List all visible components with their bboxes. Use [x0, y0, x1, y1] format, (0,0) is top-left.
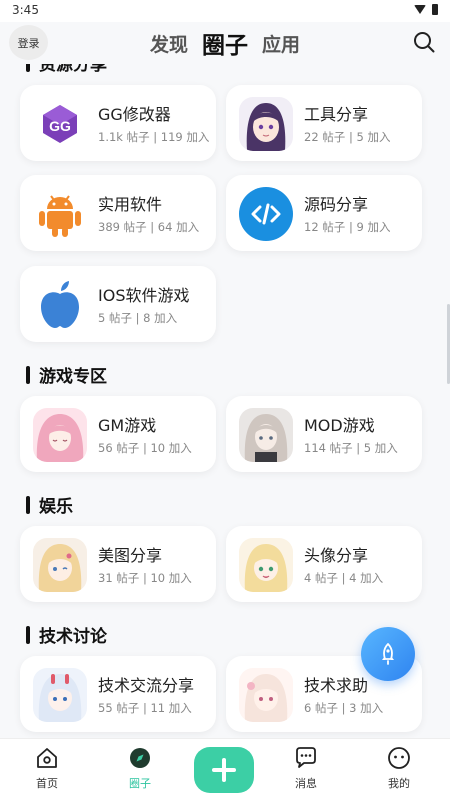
status-time: 3:45	[12, 3, 39, 17]
chat-icon	[296, 747, 316, 768]
top-header: 登录 发现 圈子 应用	[0, 22, 450, 64]
circle-card-useful-software[interactable]: 实用软件 389 帖子 | 64 加入	[20, 175, 216, 251]
circle-card-ios-software[interactable]: IOS软件游戏 5 帖子 | 8 加入	[20, 266, 216, 342]
circle-meta: 389 帖子 | 64 加入	[98, 220, 200, 234]
circle-card-gm-games[interactable]: GM游戏 56 帖子 | 10 加入	[20, 396, 216, 472]
add-post-button[interactable]	[194, 747, 254, 793]
tabbar-label: 我的	[388, 777, 410, 790]
anime-girl-avatar	[33, 538, 87, 592]
circle-meta: 114 帖子 | 5 加入	[304, 441, 398, 455]
rocket-fab-button[interactable]	[361, 627, 415, 681]
battery-icon	[432, 4, 438, 15]
status-bar: 3:45	[0, 0, 450, 22]
smile-face-icon	[388, 747, 410, 769]
svg-text:GG: GG	[49, 118, 71, 134]
circle-meta: 5 帖子 | 8 加入	[98, 311, 178, 325]
tabbar-item-home[interactable]: 首页	[12, 745, 82, 791]
home-icon	[37, 748, 57, 768]
section-title-entertainment: 娱乐	[26, 492, 73, 517]
circle-name: MOD游戏	[304, 416, 375, 435]
top-tabs: 发现 圈子 应用	[0, 22, 450, 64]
circle-card-source-share[interactable]: 源码分享 12 帖子 | 9 加入	[226, 175, 422, 251]
anime-girl-avatar	[239, 538, 293, 592]
search-icon[interactable]	[412, 30, 436, 54]
tabbar-item-circle[interactable]: 圈子	[105, 745, 175, 791]
circle-name: 工具分享	[304, 105, 369, 124]
circle-card-tool-share[interactable]: 工具分享 22 帖子 | 5 加入	[226, 85, 422, 161]
circle-name: 技术交流分享	[98, 676, 195, 695]
tabbar-item-mine[interactable]: 我的	[364, 745, 434, 791]
circle-name: 源码分享	[304, 195, 369, 214]
anime-girl-avatar	[239, 408, 293, 462]
circle-name: IOS软件游戏	[98, 286, 190, 305]
circle-meta: 1.1k 帖子 | 119 加入	[98, 130, 210, 144]
section-title-tech: 技术讨论	[26, 622, 107, 647]
circle-card-picture-share[interactable]: 美图分享 31 帖子 | 10 加入	[20, 526, 216, 602]
section-marker	[26, 495, 30, 514]
circle-meta: 56 帖子 | 10 加入	[98, 441, 192, 455]
tabbar-label: 圈子	[129, 777, 151, 790]
section-title-resources: 资源分享	[26, 64, 107, 75]
circle-meta: 22 帖子 | 5 加入	[304, 130, 391, 144]
anime-girl-avatar	[33, 408, 87, 462]
circle-card-gg-modifier[interactable]: GG GG修改器 1.1k 帖子 | 119 加入	[20, 85, 216, 161]
section-marker	[26, 365, 30, 384]
compass-icon	[130, 748, 150, 768]
tabbar-label: 首页	[36, 777, 58, 790]
circle-name: 技术求助	[304, 676, 369, 695]
circle-name: 美图分享	[98, 546, 163, 565]
circle-meta: 6 帖子 | 3 加入	[304, 701, 384, 715]
circle-name: 实用软件	[98, 195, 163, 214]
circle-meta: 12 帖子 | 9 加入	[304, 220, 391, 234]
circle-meta: 55 帖子 | 11 加入	[98, 701, 192, 715]
bottom-tab-bar: 首页 圈子 消息 我的	[0, 738, 450, 800]
circle-meta: 4 帖子 | 4 加入	[304, 571, 384, 585]
tabbar-item-messages[interactable]: 消息	[271, 745, 341, 791]
anime-girl-avatar	[239, 668, 293, 722]
circle-meta: 31 帖子 | 10 加入	[98, 571, 192, 585]
section-title-games: 游戏专区	[26, 362, 107, 387]
tabbar-label: 消息	[295, 777, 317, 790]
circle-card-avatar-share[interactable]: 头像分享 4 帖子 | 4 加入	[226, 526, 422, 602]
tab-apps[interactable]: 应用	[262, 30, 300, 57]
section-marker	[26, 625, 30, 644]
section-marker	[26, 64, 30, 72]
circle-name: GG修改器	[98, 105, 171, 124]
code-icon	[239, 187, 293, 241]
circle-name: 头像分享	[304, 546, 369, 565]
circle-card-tech-exchange[interactable]: 技术交流分享 55 帖子 | 11 加入	[20, 656, 216, 732]
circle-card-mod-games[interactable]: MOD游戏 114 帖子 | 5 加入	[226, 396, 422, 472]
system-icons	[414, 4, 438, 15]
anime-girl-avatar	[239, 97, 293, 151]
gg-modifier-icon: GG	[33, 97, 87, 151]
wifi-icon	[414, 5, 426, 14]
anime-girl-avatar	[33, 668, 87, 722]
apple-icon	[33, 278, 87, 332]
tab-circle[interactable]: 圈子	[202, 26, 248, 60]
circle-name: GM游戏	[98, 416, 157, 435]
tab-discover[interactable]: 发现	[150, 30, 188, 57]
android-icon	[33, 187, 87, 241]
plus-icon	[212, 758, 236, 782]
rocket-icon	[382, 643, 394, 665]
